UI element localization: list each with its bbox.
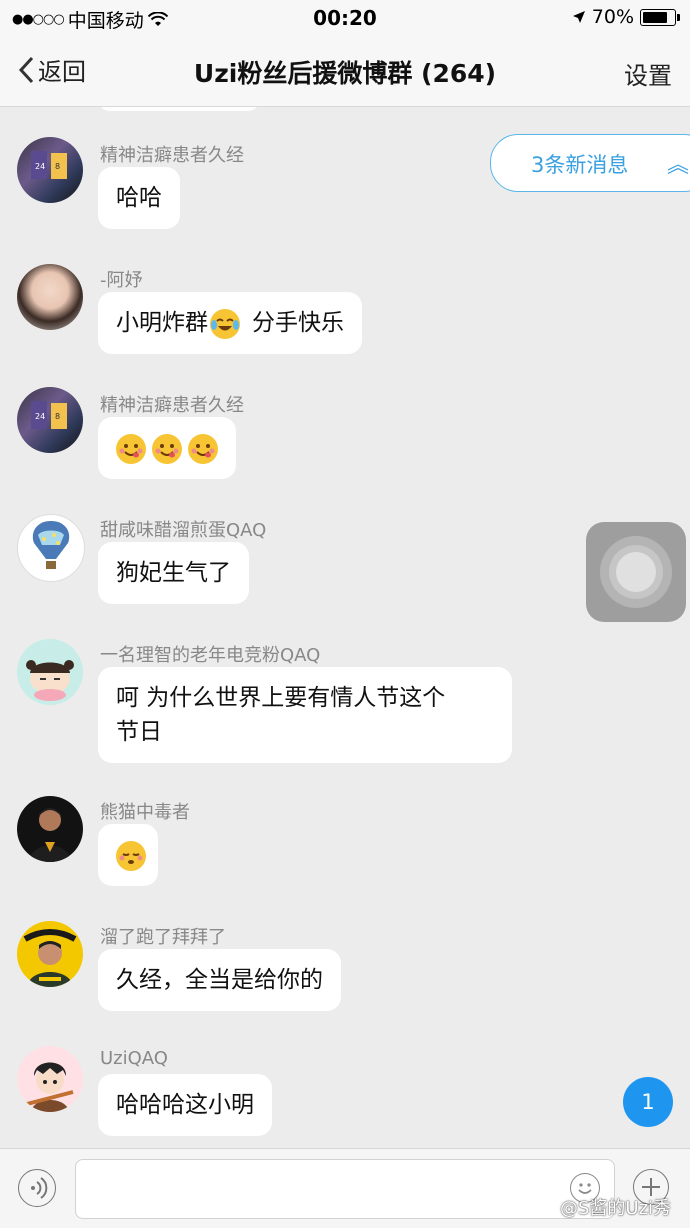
voice-wave-icon — [31, 1177, 48, 1199]
sender-name: -阿妤 — [100, 270, 143, 291]
message-bubble[interactable]: 哈哈 — [98, 167, 180, 229]
message-bubble[interactable] — [98, 417, 236, 479]
page-title: Uzi粉丝后援微博群 (264) — [193, 59, 497, 88]
location-arrow-icon — [572, 11, 585, 23]
new-messages-label: 3条新消息 — [531, 153, 629, 177]
cartoon-avatar-image — [26, 660, 74, 701]
sender-name: 精神洁癖患者久经 — [100, 145, 244, 166]
message-text-line: 呵 为什么世界上要有情人节这个 — [116, 685, 446, 711]
svg-text:24: 24 — [35, 412, 45, 421]
message-bubble[interactable]: 小明炸群 分手快乐 — [98, 292, 362, 354]
battery-percent: 70% — [591, 6, 634, 28]
avatar[interactable] — [17, 264, 83, 330]
message-bubble[interactable]: 呵 为什么世界上要有情人节这个 节日 — [98, 667, 512, 763]
svg-text:24: 24 — [35, 162, 45, 171]
avatar[interactable] — [17, 921, 83, 987]
yummy-emoji-icon — [152, 433, 182, 464]
nav-bar: 返回 Uzi粉丝后援微博群 (264) 设置 — [0, 36, 690, 107]
message-text-line: 节日 — [116, 719, 162, 745]
double-chevron-up-icon: ︽ — [667, 153, 690, 178]
message-bubble[interactable]: 哈哈哈这小明 — [98, 1074, 272, 1136]
avatar[interactable]: 24 8 — [17, 387, 83, 453]
unread-count-badge[interactable]: 1 — [623, 1077, 673, 1127]
avatar-image: 24 8 — [31, 151, 67, 179]
status-bar: ●●○○○ 中国移动 00:20 70% — [0, 0, 690, 36]
new-messages-button[interactable]: 3条新消息 ︽ — [490, 134, 690, 192]
message-input[interactable] — [75, 1159, 615, 1219]
balloon-avatar-image — [32, 521, 70, 569]
message-bubble[interactable] — [98, 824, 158, 886]
person-avatar-image — [23, 929, 77, 987]
yummy-emoji-icon — [188, 433, 218, 464]
message-text: 哈哈哈这小明 — [116, 1092, 254, 1118]
sender-name: 熊猫中毒者 — [100, 802, 190, 823]
message-text: 小明炸群 — [116, 310, 208, 336]
message-text: 分手快乐 — [252, 310, 344, 336]
battery-info: 70% — [572, 6, 680, 28]
voice-input-button[interactable] — [18, 1169, 56, 1207]
yummy-emoji-icon — [116, 433, 146, 464]
avatar[interactable] — [17, 639, 83, 705]
sender-name: 一名理智的老年电竞粉QAQ — [100, 645, 321, 666]
message-text: 哈哈 — [116, 185, 162, 211]
settings-button[interactable]: 设置 — [624, 56, 672, 91]
person-avatar-image — [29, 808, 71, 862]
sleepy-emoji-icon — [116, 840, 146, 871]
avatar[interactable] — [17, 514, 85, 582]
battery-icon — [640, 8, 680, 26]
sender-name: 溜了跑了拜拜了 — [100, 927, 226, 948]
assistive-touch-button[interactable] — [586, 522, 686, 622]
previous-message-bubble — [98, 107, 260, 111]
watermark: @S酱的Uzi秀 — [560, 1198, 672, 1219]
avatar[interactable] — [17, 1046, 83, 1112]
cartoon-avatar-image — [26, 1062, 74, 1112]
svg-text:8: 8 — [55, 412, 60, 421]
message-bubble[interactable]: 狗妃生气了 — [98, 542, 249, 604]
svg-text:8: 8 — [55, 162, 60, 171]
message-text: 久经，全当是给你的 — [116, 967, 323, 993]
avatar-image: 24 8 — [31, 401, 67, 429]
avatar[interactable] — [17, 796, 83, 862]
laughing-crying-emoji-icon — [210, 308, 240, 339]
message-text: 狗妃生气了 — [116, 560, 231, 586]
sender-name: 精神洁癖患者久经 — [100, 395, 244, 416]
sender-name: 甜咸味醋溜煎蛋QAQ — [100, 520, 267, 541]
message-bubble[interactable]: 久经，全当是给你的 — [98, 949, 341, 1011]
chat-list[interactable]: 24 8 精神洁癖患者久经 哈哈 -阿妤 小明炸群 分手快乐 24 8 精神洁癖患者久… — [0, 107, 690, 1148]
sender-name: UziQAQ — [100, 1048, 168, 1069]
avatar[interactable]: 24 8 — [17, 137, 83, 203]
